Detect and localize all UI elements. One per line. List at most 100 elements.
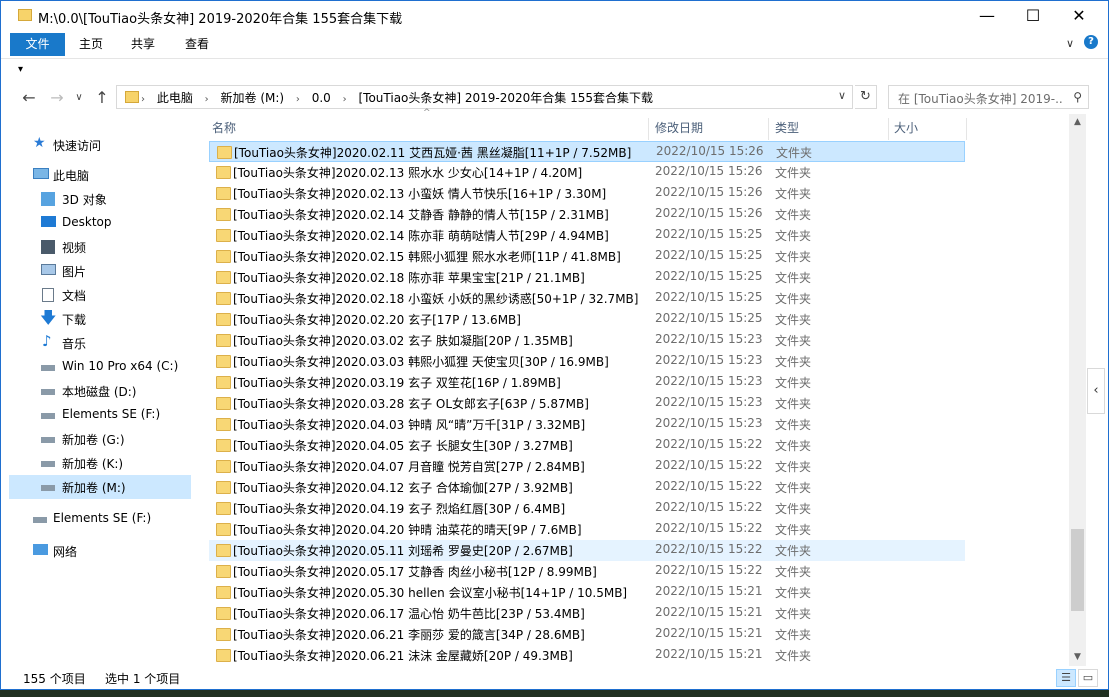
table-row[interactable]: [TouTiao头条女神]2020.02.14 陈亦菲 萌萌哒情人节[29P /… bbox=[209, 225, 965, 246]
sidebar-item-pictures[interactable]: 图片 bbox=[9, 259, 191, 283]
file-type: 文件夹 bbox=[775, 250, 812, 264]
table-row[interactable]: [TouTiao头条女神]2020.03.19 玄子 双笙花[16P / 1.8… bbox=[209, 372, 965, 393]
table-row[interactable]: [TouTiao头条女神]2020.04.19 玄子 烈焰红唇[30P / 6.… bbox=[209, 498, 965, 519]
file-date: 2022/10/15 15:22 bbox=[655, 437, 763, 451]
sidebar-item-drive-m[interactable]: 新加卷 (M:) bbox=[9, 475, 191, 499]
sidebar-item-videos[interactable]: 视频 bbox=[9, 235, 191, 259]
sidebar-item-drive-g[interactable]: 新加卷 (G:) bbox=[9, 427, 191, 451]
file-type: 文件夹 bbox=[775, 271, 812, 285]
up-button[interactable]: ↑ bbox=[91, 87, 113, 109]
column-divider[interactable] bbox=[648, 118, 649, 140]
forward-button[interactable]: → bbox=[46, 87, 68, 109]
breadcrumb-this-pc[interactable]: 此电脑 bbox=[157, 91, 193, 105]
file-name: [TouTiao头条女神]2020.02.11 艾西瓦娅·茜 黑丝凝脂[11+1… bbox=[234, 146, 632, 160]
scroll-down-icon[interactable]: ▼ bbox=[1069, 649, 1086, 666]
file-date: 2022/10/15 15:25 bbox=[655, 248, 763, 262]
file-type: 文件夹 bbox=[775, 460, 812, 474]
column-header-type[interactable]: 类型 bbox=[775, 116, 885, 140]
minimize-button[interactable]: — bbox=[964, 1, 1010, 31]
file-name: [TouTiao头条女神]2020.06.21 沫沫 金屋藏娇[20P / 49… bbox=[233, 649, 573, 663]
breadcrumb-drive-m[interactable]: 新加卷 (M:) bbox=[221, 91, 285, 105]
details-view-button[interactable]: ☰ bbox=[1056, 669, 1076, 687]
table-row[interactable]: [TouTiao头条女神]2020.02.14 艾静香 静静的情人节[15P /… bbox=[209, 204, 965, 225]
scroll-up-icon[interactable]: ▲ bbox=[1069, 114, 1086, 131]
table-row[interactable]: [TouTiao头条女神]2020.02.18 小蛮妖 小妖的黑纱诱惑[50+1… bbox=[209, 288, 965, 309]
table-row[interactable]: [TouTiao头条女神]2020.02.13 小蛮妖 情人节快乐[16+1P … bbox=[209, 183, 965, 204]
drive-icon bbox=[41, 461, 55, 467]
sidebar-item-3d-objects[interactable]: 3D 对象 bbox=[9, 187, 191, 211]
drive-icon bbox=[41, 413, 55, 419]
table-row[interactable]: [TouTiao头条女神]2020.05.30 hellen 会议室小秘书[14… bbox=[209, 582, 965, 603]
sidebar-item-elements-se[interactable]: Elements SE (F:) bbox=[9, 507, 191, 531]
table-row[interactable]: [TouTiao头条女神]2020.03.02 玄子 肤如凝脂[20P / 1.… bbox=[209, 330, 965, 351]
back-button[interactable]: ← bbox=[18, 87, 40, 109]
column-divider[interactable] bbox=[966, 118, 967, 140]
table-row[interactable]: [TouTiao头条女神]2020.04.03 钟晴 风“晴”万千[31P / … bbox=[209, 414, 965, 435]
help-icon[interactable]: ? bbox=[1084, 35, 1098, 49]
table-row[interactable]: [TouTiao头条女神]2020.02.13 熙水水 少女心[14+1P / … bbox=[209, 162, 965, 183]
file-date: 2022/10/15 15:22 bbox=[655, 542, 763, 556]
column-divider[interactable] bbox=[888, 118, 889, 140]
large-icons-view-button[interactable]: ▭ bbox=[1078, 669, 1098, 687]
tab-view[interactable]: 查看 bbox=[177, 33, 217, 56]
breadcrumb-current-folder[interactable]: [TouTiao头条女神] 2019-2020年合集 155套合集下载 bbox=[358, 91, 653, 105]
file-date: 2022/10/15 15:22 bbox=[655, 563, 763, 577]
file-type: 文件夹 bbox=[775, 376, 812, 390]
table-row[interactable]: [TouTiao头条女神]2020.05.11 刘瑶希 罗曼史[20P / 2.… bbox=[209, 540, 965, 561]
table-row[interactable]: [TouTiao头条女神]2020.02.20 玄子[17P / 13.6MB]… bbox=[209, 309, 965, 330]
sidebar-item-network[interactable]: 网络 bbox=[9, 539, 191, 563]
folder-icon bbox=[216, 271, 231, 284]
column-header-date[interactable]: 修改日期 bbox=[655, 116, 765, 140]
panel-toggle-button[interactable]: ‹ bbox=[1087, 368, 1105, 414]
table-row[interactable]: [TouTiao头条女神]2020.04.20 钟晴 油菜花的晴天[9P / 7… bbox=[209, 519, 965, 540]
tab-share[interactable]: 共享 bbox=[123, 33, 163, 56]
breadcrumb-folder-00[interactable]: 0.0 bbox=[312, 91, 331, 105]
sidebar-item-drive-f[interactable]: Elements SE (F:) bbox=[9, 403, 191, 427]
sidebar-item-label: 新加卷 (G:) bbox=[62, 433, 125, 447]
sidebar-item-music[interactable]: ♪ 音乐 bbox=[9, 331, 191, 355]
file-date: 2022/10/15 15:26 bbox=[655, 164, 763, 178]
column-header-name[interactable]: 名称 bbox=[212, 116, 642, 140]
table-row[interactable]: [TouTiao头条女神]2020.03.03 韩熙小狐狸 天使宝贝[30P /… bbox=[209, 351, 965, 372]
table-row[interactable]: [TouTiao头条女神]2020.06.17 温心怡 奶牛芭比[23P / 5… bbox=[209, 603, 965, 624]
tab-home[interactable]: 主页 bbox=[71, 33, 111, 56]
search-icon[interactable]: ⚲ bbox=[1073, 90, 1082, 104]
address-bar[interactable]: › 此电脑 › 新加卷 (M:) › 0.0 › [TouTiao头条女神] 2… bbox=[116, 85, 853, 109]
music-icon: ♪ bbox=[42, 332, 52, 350]
table-row[interactable]: [TouTiao头条女神]2020.06.21 沫沫 金屋藏娇[20P / 49… bbox=[209, 645, 965, 666]
table-row[interactable]: [TouTiao头条女神]2020.04.05 玄子 长腿女生[30P / 3.… bbox=[209, 435, 965, 456]
refresh-button[interactable]: ↻ bbox=[855, 85, 877, 109]
close-button[interactable]: ✕ bbox=[1056, 1, 1102, 31]
table-row[interactable]: [TouTiao头条女神]2020.06.21 李丽莎 爱的箴言[34P / 2… bbox=[209, 624, 965, 645]
table-row[interactable]: [TouTiao头条女神]2020.04.12 玄子 合体瑜伽[27P / 3.… bbox=[209, 477, 965, 498]
sidebar-item-downloads[interactable]: 🡇 下载 bbox=[9, 307, 191, 331]
table-row[interactable]: [TouTiao头条女神]2020.02.15 韩熙小狐狸 熙水水老师[11P … bbox=[209, 246, 965, 267]
table-row[interactable]: [TouTiao头条女神]2020.02.18 陈亦菲 苹果宝宝[21P / 2… bbox=[209, 267, 965, 288]
sidebar-item-desktop[interactable]: Desktop bbox=[9, 211, 191, 235]
column-divider[interactable] bbox=[768, 118, 769, 140]
vertical-scrollbar[interactable]: ▲ ▼ bbox=[1069, 114, 1086, 666]
recent-locations-button[interactable]: ∨ bbox=[68, 87, 90, 109]
tab-file[interactable]: 文件 bbox=[10, 33, 65, 56]
file-type: 文件夹 bbox=[775, 166, 812, 180]
ribbon-expand-icon[interactable]: ∨ bbox=[1066, 37, 1074, 50]
search-box[interactable]: 在 [TouTiao头条女神] 2019-... ⚲ bbox=[888, 85, 1089, 109]
maximize-button[interactable]: ☐ bbox=[1010, 1, 1056, 31]
sidebar-item-this-pc[interactable]: 此电脑 bbox=[9, 163, 191, 187]
sidebar-item-drive-c[interactable]: Win 10 Pro x64 (C:) bbox=[9, 355, 191, 379]
sidebar-item-drive-d[interactable]: 本地磁盘 (D:) bbox=[9, 379, 191, 403]
sidebar-item-documents[interactable]: 文档 bbox=[9, 283, 191, 307]
table-row[interactable]: [TouTiao头条女神]2020.03.28 玄子 OL女郎玄子[63P / … bbox=[209, 393, 965, 414]
table-row[interactable]: [TouTiao头条女神]2020.05.17 艾静香 肉丝小秘书[12P / … bbox=[209, 561, 965, 582]
file-type: 文件夹 bbox=[775, 313, 812, 327]
sidebar-item-drive-k[interactable]: 新加卷 (K:) bbox=[9, 451, 191, 475]
status-bar: 155 个项目 选中 1 个项目 ☰ ▭ bbox=[1, 666, 1108, 689]
table-row[interactable]: [TouTiao头条女神]2020.02.11 艾西瓦娅·茜 黑丝凝脂[11+1… bbox=[209, 141, 965, 162]
sidebar-item-quick-access[interactable]: ★ 快速访问 bbox=[9, 133, 191, 157]
chevron-down-icon[interactable]: ∨ bbox=[838, 89, 846, 102]
column-header-size[interactable]: 大小 bbox=[894, 116, 964, 140]
table-row[interactable]: [TouTiao头条女神]2020.04.07 月音瞳 悦芳自赏[27P / 2… bbox=[209, 456, 965, 477]
customize-toolbar-icon[interactable]: ▾ bbox=[18, 64, 23, 75]
scrollbar-thumb[interactable] bbox=[1071, 529, 1084, 611]
search-input[interactable]: 在 [TouTiao头条女神] 2019-... bbox=[898, 90, 1064, 107]
